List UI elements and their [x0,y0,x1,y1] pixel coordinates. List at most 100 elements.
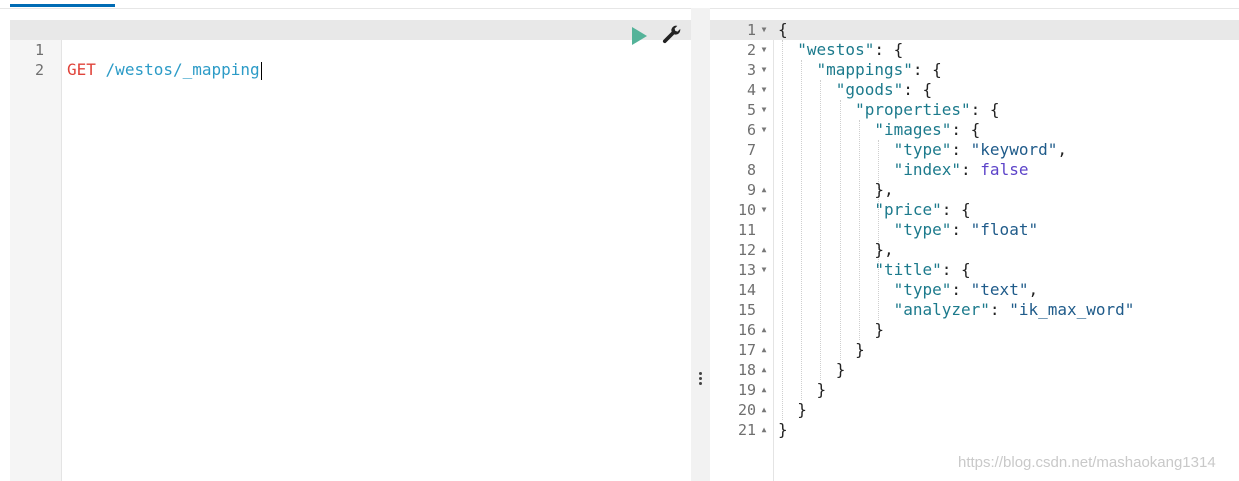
fold-collapse-icon[interactable]: ▼ [759,60,769,80]
line-number: 19 [737,381,756,399]
token-punct [778,80,836,99]
response-code: }, [778,240,894,260]
fold-expand-icon[interactable]: ▲ [759,360,769,380]
response-code: "type": "keyword", [778,140,1067,160]
token-punct: : [951,140,971,159]
response-code: "type": "float" [778,220,1039,240]
fold-expand-icon[interactable]: ▲ [759,180,769,200]
top-tab-bar [0,0,1239,9]
response-line: 13 ▼ "title": { [710,260,1239,280]
response-code: { [778,20,788,40]
token-punct [778,260,874,279]
token-punct: } [778,380,827,399]
response-code: "westos": { [778,40,903,60]
line-number: 21 [737,421,756,439]
token-key: "analyzer" [893,300,990,319]
line-number: 17 [737,341,756,359]
fold-collapse-icon[interactable]: ▼ [759,80,769,100]
fold-expand-icon[interactable]: ▲ [759,320,769,340]
token-key: "images" [874,120,952,139]
fold-collapse-icon[interactable]: ▼ [759,20,769,40]
token-punct: { [778,20,788,39]
response-line: 10 ▼ "price": { [710,200,1239,220]
token-punct: : { [912,60,942,79]
text-cursor [260,61,262,80]
request-line[interactable]: 2 [10,40,691,79]
response-code: } [778,400,807,420]
token-punct [778,200,874,219]
fold-collapse-icon[interactable]: ▼ [759,40,769,60]
token-punct: : { [941,200,971,219]
fold-collapse-icon[interactable]: ▼ [759,260,769,280]
fold-expand-icon[interactable]: ▲ [759,380,769,400]
token-key: "type" [893,220,952,239]
response-code: } [778,380,827,400]
response-line: 17 ▲ } [710,340,1239,360]
fold-collapse-icon[interactable]: ▼ [759,120,769,140]
token-punct: : [951,280,971,299]
fold-collapse-icon[interactable]: ▼ [759,100,769,120]
play-icon[interactable] [632,27,647,45]
token-punct: }, [778,180,894,199]
request-editor[interactable]: 1 GET /westos/_mapping 2 [10,20,691,481]
request-path: /westos/_mapping [105,60,260,79]
token-punct [778,140,894,159]
response-code: "images": { [778,120,980,140]
token-key: "type" [893,140,952,159]
response-line: 19 ▲ } [710,380,1239,400]
fold-expand-icon[interactable]: ▲ [759,240,769,260]
token-punct: } [778,420,788,439]
token-punct [778,220,894,239]
response-line: 21 ▲} [710,420,1239,440]
line-number: 20 [737,401,756,419]
response-line: 2 ▼ "westos": { [710,40,1239,60]
response-code: } [778,340,865,360]
response-code: "index": false [778,160,1029,180]
token-punct: : { [874,40,904,59]
line-number: 5 [746,101,756,119]
token-punct [778,120,874,139]
token-punct [778,60,817,79]
token-bool: false [980,160,1029,179]
response-line: 11 "type": "float" [710,220,1239,240]
fold-expand-icon[interactable]: ▲ [759,400,769,420]
fold-expand-icon[interactable]: ▲ [759,340,769,360]
line-number: 11 [737,221,756,239]
line-number: 2 [34,61,44,79]
resize-handle-icon[interactable] [697,370,704,387]
request-line[interactable]: 1 GET /westos/_mapping [10,20,691,80]
line-number: 10 [737,201,756,219]
line-number: 2 [746,41,756,59]
response-line: 12 ▲ }, [710,240,1239,260]
line-number: 13 [737,261,756,279]
wrench-icon[interactable] [660,25,684,47]
response-code: "title": { [778,260,970,280]
response-code: "price": { [778,200,971,220]
response-code: }, [778,180,894,200]
request-code[interactable]: GET /westos/_mapping [67,60,262,80]
response-code: "goods": { [778,80,932,100]
response-viewer[interactable]: 1 ▼{2 ▼ "westos": {3 ▼ "mappings": {4 ▼ "goo… [710,20,1239,481]
fold-expand-icon[interactable]: ▲ [759,420,769,440]
response-line: 14 "type": "text", [710,280,1239,300]
token-punct: } [778,340,865,359]
response-line: 18 ▲ } [710,360,1239,380]
token-punct [778,40,797,59]
line-number: 4 [746,81,756,99]
response-code: } [778,360,846,380]
token-key: "price" [874,200,942,219]
token-punct: , [1028,280,1039,299]
response-code: "properties": { [778,100,1000,120]
token-key: "properties" [855,100,971,119]
token-punct [778,280,894,299]
token-key: "title" [874,260,942,279]
token-punct: }, [778,240,894,259]
fold-collapse-icon[interactable]: ▼ [759,200,769,220]
active-tab-indicator[interactable] [10,4,115,7]
line-number: 14 [737,281,756,299]
token-key: "type" [893,280,952,299]
token-str: "ik_max_word" [1009,300,1135,319]
token-punct: } [778,320,884,339]
response-code: "analyzer": "ik_max_word" [778,300,1135,320]
token-str: "keyword" [970,140,1058,159]
